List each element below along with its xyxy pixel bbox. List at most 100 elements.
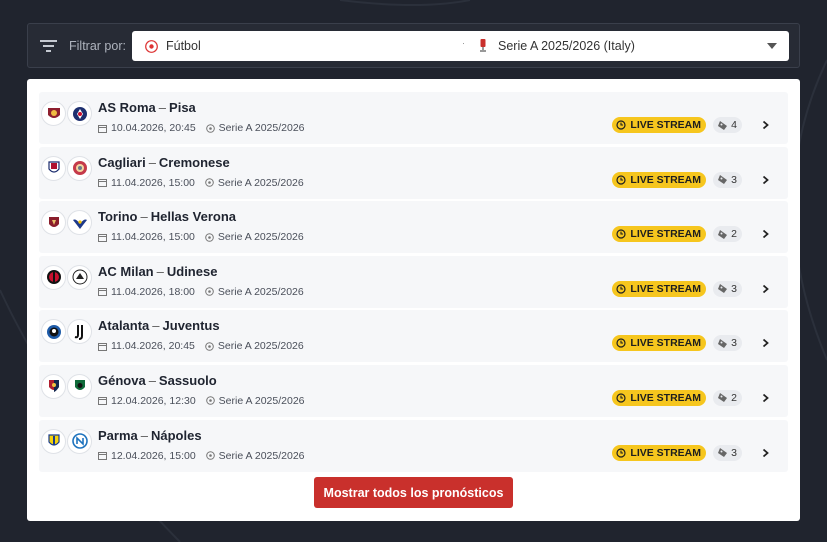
live-stream-label: LIVE STREAM [630, 337, 701, 350]
roma-logo-icon [41, 101, 66, 126]
genoa-logo-icon [41, 373, 66, 399]
chevron-right-icon[interactable] [761, 229, 770, 239]
match-row[interactable]: Parma – Nápoles 12.04.2026, 15:00 Serie A … [39, 419, 788, 472]
match-datetime: 11.04.2026, 20:45 [111, 340, 195, 353]
tips-count: 3 [731, 282, 737, 295]
chevron-right-icon[interactable] [761, 120, 770, 130]
tips-count: 2 [731, 391, 737, 404]
calendar-icon [98, 288, 107, 297]
match-datetime: 12.04.2026, 15:00 [111, 449, 196, 462]
team-logos [41, 210, 93, 236]
tips-count: 4 [731, 119, 737, 131]
live-stream-badge[interactable]: LIVE STREAM [612, 280, 706, 297]
trophy-icon [476, 39, 490, 53]
away-team-name: Udinese [166, 263, 218, 279]
team-logos [41, 428, 93, 454]
atalanta-logo-icon [41, 319, 66, 345]
live-stream-label: LIVE STREAM [630, 282, 701, 295]
match-meta: 12.04.2026, 12:30 Serie A 2025/2026 [98, 395, 305, 407]
live-stream-badge[interactable]: LIVE STREAM [612, 226, 706, 243]
udinese-logo-icon [67, 264, 92, 290]
live-stream-badge[interactable]: LIVE STREAM [612, 335, 706, 352]
sport-select[interactable]: Fútbol [132, 31, 485, 61]
team-separator: – [140, 427, 148, 443]
verona-logo-icon [67, 210, 92, 236]
team-logos [41, 319, 93, 345]
sport-select-value: Fútbol [166, 39, 201, 53]
matches-panel: AS Roma – Pisa 10.04.2026, 20:45 Serie A 2… [27, 79, 800, 521]
match-teams: AC Milan – Udinese [98, 264, 217, 279]
team-logos [41, 101, 93, 126]
parma-logo-icon [41, 428, 66, 454]
match-meta: 12.04.2026, 15:00 Serie A 2025/2026 [98, 450, 305, 462]
match-list: AS Roma – Pisa 10.04.2026, 20:45 Serie A 2… [39, 92, 788, 474]
team-separator: – [148, 154, 156, 170]
tips-count-badge: 2 [713, 226, 742, 243]
clock-icon [616, 447, 627, 458]
ticket-icon [718, 229, 728, 239]
home-team-name: Parma [98, 427, 138, 443]
match-datetime: 11.04.2026, 18:00 [111, 285, 195, 298]
match-competition: Serie A 2025/2026 [218, 122, 305, 134]
match-teams: Atalanta – Juventus [98, 318, 220, 333]
chevron-right-icon[interactable] [761, 284, 770, 294]
ticket-icon [718, 448, 728, 458]
football-icon [144, 39, 158, 53]
match-teams: Parma – Nápoles [98, 428, 202, 443]
match-meta: 10.04.2026, 20:45 Serie A 2025/2026 [98, 122, 305, 134]
match-competition: Serie A 2025/2026 [217, 231, 304, 244]
calendar-icon [98, 124, 107, 133]
league-select[interactable]: Serie A 2025/2026 (Italy) [464, 31, 789, 61]
tips-count-badge: 4 [713, 117, 742, 133]
match-meta: 11.04.2026, 18:00 Serie A 2025/2026 [98, 286, 304, 298]
chevron-right-icon[interactable] [761, 338, 770, 348]
ticket-icon [718, 175, 728, 185]
team-separator: – [156, 263, 164, 279]
match-datetime: 10.04.2026, 20:45 [111, 122, 196, 134]
match-row[interactable]: Torino – Hellas Verona 11.04.2026, 15:00 S… [39, 201, 788, 254]
match-row[interactable]: Cagliari – Cremonese 11.04.2026, 15:00 Ser… [39, 146, 788, 199]
match-datetime: 11.04.2026, 15:00 [111, 176, 195, 189]
chevron-right-icon[interactable] [761, 448, 770, 458]
clock-icon [616, 284, 627, 294]
football-icon [205, 232, 214, 242]
team-separator: – [158, 100, 167, 115]
calendar-icon [98, 452, 107, 461]
chevron-down-icon [767, 43, 777, 49]
calendar-icon [98, 233, 107, 242]
chevron-right-icon[interactable] [761, 393, 770, 403]
tips-count: 3 [731, 446, 737, 459]
filter-icon [40, 40, 57, 52]
match-row[interactable]: Atalanta – Juventus 11.04.2026, 20:45 Seri… [39, 310, 788, 363]
show-all-predictions-button[interactable]: Mostrar todos los pronósticos [314, 477, 513, 508]
milan-logo-icon [41, 264, 66, 290]
live-stream-badge[interactable]: LIVE STREAM [612, 171, 706, 188]
ticket-icon [718, 338, 728, 348]
football-icon [205, 287, 214, 297]
ticket-icon [718, 120, 728, 130]
filter-label: Filtrar por: [69, 39, 126, 53]
live-stream-badge[interactable]: LIVE STREAM [612, 444, 706, 461]
chevron-right-icon[interactable] [761, 175, 770, 185]
live-stream-badge[interactable]: LIVE STREAM [612, 117, 706, 133]
football-icon [205, 396, 215, 406]
tips-count-badge: 3 [713, 444, 742, 461]
match-row[interactable]: AS Roma – Pisa 10.04.2026, 20:45 Serie A 2… [39, 92, 788, 144]
napoli-logo-icon [67, 428, 92, 454]
clock-icon [616, 393, 627, 403]
match-datetime: 11.04.2026, 15:00 [111, 231, 195, 244]
football-icon [205, 342, 214, 351]
match-row[interactable]: Génova – Sassuolo 12.04.2026, 12:30 Serie … [39, 364, 788, 417]
home-team-name: Atalanta [98, 318, 150, 334]
football-icon [205, 178, 214, 187]
live-stream-badge[interactable]: LIVE STREAM [612, 389, 706, 406]
match-competition: Serie A 2025/2026 [217, 176, 304, 189]
filter-bar: Filtrar por: Fútbol Serie A 2025/2026 (I… [27, 23, 800, 68]
team-separator: – [152, 318, 160, 334]
match-teams: Torino – Hellas Verona [98, 209, 236, 224]
home-team-name: Torino [98, 209, 138, 225]
live-stream-label: LIVE STREAM [630, 391, 701, 404]
team-logos [41, 373, 93, 399]
clock-icon [616, 174, 627, 185]
match-row[interactable]: AC Milan – Udinese 11.04.2026, 18:00 Serie… [39, 255, 788, 308]
